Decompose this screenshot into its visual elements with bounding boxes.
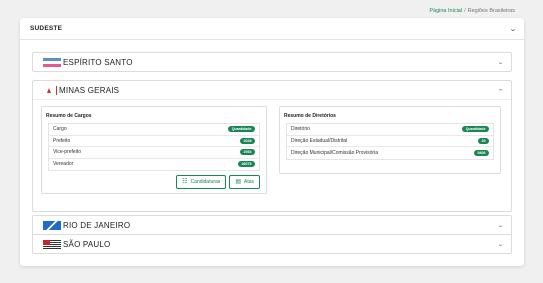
- breadcrumb-separator: /: [464, 8, 466, 14]
- diretorios-title: Resumo de Diretórios: [284, 113, 336, 119]
- flag-rio-de-janeiro-icon: [43, 220, 61, 230]
- chevron-down-icon: ⌄: [496, 241, 505, 248]
- state-name: RIO DE JANEIRO: [63, 220, 131, 230]
- diretorio-label: Direção Estadual/Distrital: [291, 137, 348, 144]
- state-header-espirito-santo[interactable]: ESPÍRITO SANTO ⌄: [33, 53, 511, 71]
- chevron-down-icon: ⌄: [508, 25, 518, 33]
- breadcrumb: Página Inicial / Regiões Brasileiras: [429, 8, 515, 14]
- diretorio-label: Direção Municipal/Comissão Provisória: [291, 149, 378, 156]
- state-name: ESPÍRITO SANTO: [63, 57, 133, 67]
- flag-minas-gerais-icon: [43, 85, 57, 95]
- state-accordion-sao-paulo: SÃO PAULO ⌄: [32, 234, 512, 254]
- cargos-table: Cargo Quantidade Prefeito 2028 Vice-pref…: [48, 123, 260, 171]
- state-name: SÃO PAULO: [63, 239, 111, 249]
- cargos-summary-card: Resumo de Cargos Cargo Quantidade Prefei…: [41, 106, 267, 194]
- flag-espirito-santo-icon: [43, 57, 61, 67]
- candidaturas-label: Candidaturas: [190, 179, 221, 185]
- cargo-label: Vereador: [53, 161, 74, 168]
- state-header-minas-gerais[interactable]: MINAS GERAIS ⌄: [33, 81, 511, 99]
- state-header-rio-de-janeiro[interactable]: RIO DE JANEIRO ⌄: [33, 216, 511, 234]
- breadcrumb-home-link[interactable]: Página Inicial: [429, 8, 462, 14]
- chevron-up-icon: ⌄: [496, 86, 505, 93]
- table-header-row: Cargo Quantidade: [49, 124, 259, 136]
- column-header-diretorio: Diretório: [291, 126, 310, 133]
- count-badge: 9406: [474, 149, 489, 156]
- region-title: SUDESTE: [30, 25, 63, 32]
- candidaturas-button[interactable]: ☷ Candidaturas: [176, 175, 227, 189]
- cargo-label: Prefeito: [53, 137, 71, 144]
- state-accordion-rio-de-janeiro: RIO DE JANEIRO ⌄: [32, 215, 512, 234]
- state-header-sao-paulo[interactable]: SÃO PAULO ⌄: [33, 235, 511, 253]
- region-header[interactable]: SUDESTE ⌄: [20, 18, 524, 40]
- table-row: Direção Municipal/Comissão Provisória 94…: [287, 147, 493, 159]
- diretorios-summary-card: Resumo de Diretórios Diretório Quantidad…: [279, 106, 501, 174]
- column-header-quantidade: Quantidade: [462, 126, 489, 133]
- count-badge: 2028: [240, 137, 255, 144]
- chevron-down-icon: ⌄: [496, 222, 505, 229]
- count-badge: 2054: [240, 149, 255, 156]
- count-badge: 46079: [238, 161, 255, 168]
- table-row: Vice-prefeito 2054: [49, 147, 259, 159]
- flag-sao-paulo-icon: [43, 239, 61, 249]
- state-accordion-minas-gerais: MINAS GERAIS ⌄ Resumo de Cargos Cargo Qu…: [32, 80, 512, 212]
- state-accordion-espirito-santo: ESPÍRITO SANTO ⌄: [32, 52, 512, 72]
- table-row: Prefeito 2028: [49, 136, 259, 147]
- cargos-title: Resumo de Cargos: [46, 113, 92, 119]
- state-body-minas-gerais: Resumo de Cargos Cargo Quantidade Prefei…: [33, 99, 511, 211]
- atas-button[interactable]: ▤ Atas: [229, 175, 260, 189]
- column-header-quantidade: Quantidade: [228, 126, 255, 133]
- atas-label: Atas: [243, 179, 254, 185]
- document-icon: ▤: [235, 179, 241, 185]
- cargo-label: Vice-prefeito: [53, 149, 81, 156]
- table-header-row: Diretório Quantidade: [287, 124, 493, 136]
- table-row: Vereador 46079: [49, 159, 259, 171]
- people-icon: ☷: [182, 179, 188, 185]
- count-badge: 29: [478, 137, 489, 144]
- cargos-actions: ☷ Candidaturas ▤ Atas: [42, 171, 266, 193]
- chevron-down-icon: ⌄: [496, 59, 505, 66]
- state-name: MINAS GERAIS: [59, 85, 120, 95]
- table-row: Direção Estadual/Distrital 29: [287, 136, 493, 147]
- diretorios-table: Diretório Quantidade Direção Estadual/Di…: [286, 123, 494, 160]
- column-header-cargo: Cargo: [53, 126, 67, 133]
- breadcrumb-current: Regiões Brasileiras: [467, 8, 515, 14]
